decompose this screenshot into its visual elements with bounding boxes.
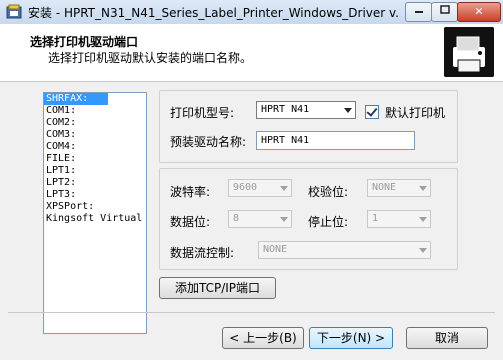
preset-name-input[interactable]: HPRT N41 — [256, 131, 415, 150]
next-button[interactable]: 下一步(N) > — [309, 327, 393, 349]
close-icon: ✕ — [474, 5, 484, 18]
port-item[interactable]: LPT2: — [44, 177, 146, 189]
chevron-down-icon — [419, 217, 427, 222]
divider — [8, 312, 495, 313]
port-item[interactable]: COM2: — [44, 117, 146, 129]
page-title: 选择打印机驱动端口 — [30, 35, 139, 49]
wizard-header: 选择打印机驱动端口 选择打印机驱动默认安装的端口名称。 — [0, 24, 503, 82]
back-button[interactable]: < 上一步(B) — [222, 327, 304, 349]
printer-logo-icon — [444, 27, 494, 77]
port-list[interactable]: SHRFAX: COM1: COM2: COM3: COM4: FILE: LP… — [43, 92, 147, 334]
model-select[interactable]: HPRT N41 — [256, 101, 356, 119]
maximize-button[interactable] — [431, 2, 458, 22]
installer-icon — [6, 4, 22, 19]
parity-value: NONE — [372, 182, 397, 193]
close-button[interactable]: ✕ — [457, 2, 501, 22]
stopbits-label: 停止位: — [308, 215, 349, 229]
title-bar: 安装 - HPRT_N31_N41_Series_Label_Printer_W… — [0, 0, 503, 25]
default-printer-checkbox[interactable] — [365, 105, 379, 119]
port-item[interactable]: Kingsoft Virtual — [44, 213, 146, 225]
baud-select[interactable]: 9600 — [228, 179, 292, 197]
minimize-icon — [414, 11, 423, 13]
stopbits-select[interactable]: 1 — [367, 210, 431, 228]
chevron-down-icon — [280, 186, 288, 191]
serial-settings-group: 波特率: 9600 校验位: NONE 数据位: 8 停止位: 1 数据流控制:… — [159, 168, 458, 270]
maximize-icon — [439, 5, 450, 14]
chevron-down-icon — [419, 248, 427, 253]
port-item[interactable]: COM3: — [44, 129, 146, 141]
chevron-down-icon — [419, 186, 427, 191]
port-item[interactable]: XPSPort: — [44, 201, 146, 213]
port-item[interactable]: LPT1: — [44, 165, 146, 177]
cancel-button[interactable]: 取消 — [406, 327, 488, 349]
port-item[interactable]: SHRFAX: — [44, 93, 108, 105]
preset-name-label: 预装驱动名称: — [170, 135, 247, 149]
flow-control-value: NONE — [263, 244, 288, 255]
printer-group: 打印机型号: HPRT N41 默认打印机 预装驱动名称: HPRT N41 — [159, 90, 458, 163]
port-item[interactable]: COM4: — [44, 141, 146, 153]
chevron-down-icon — [344, 108, 352, 113]
flow-control-label: 数据流控制: — [170, 246, 235, 260]
port-item[interactable]: LPT3: — [44, 189, 146, 201]
chevron-down-icon — [280, 217, 288, 222]
page-subtitle: 选择打印机驱动默认安装的端口名称。 — [48, 51, 253, 65]
stopbits-value: 1 — [372, 213, 379, 224]
databits-select[interactable]: 8 — [228, 210, 292, 228]
databits-label: 数据位: — [170, 215, 211, 229]
baud-value: 9600 — [233, 182, 258, 193]
port-item[interactable]: FILE: — [44, 153, 146, 165]
default-printer-label: 默认打印机 — [385, 106, 446, 120]
window-title: 安装 - HPRT_N31_N41_Series_Label_Printer_W… — [28, 6, 398, 20]
baud-label: 波特率: — [170, 185, 211, 199]
databits-value: 8 — [233, 213, 240, 224]
port-item[interactable]: COM1: — [44, 105, 146, 117]
minimize-button[interactable] — [405, 2, 432, 22]
flow-control-select[interactable]: NONE — [258, 241, 431, 259]
parity-select[interactable]: NONE — [367, 179, 431, 197]
model-label: 打印机型号: — [170, 106, 235, 120]
add-tcpip-port-button[interactable]: 添加TCP/IP端口 — [159, 277, 276, 299]
parity-label: 校验位: — [308, 185, 349, 199]
model-value: HPRT N41 — [261, 104, 310, 115]
